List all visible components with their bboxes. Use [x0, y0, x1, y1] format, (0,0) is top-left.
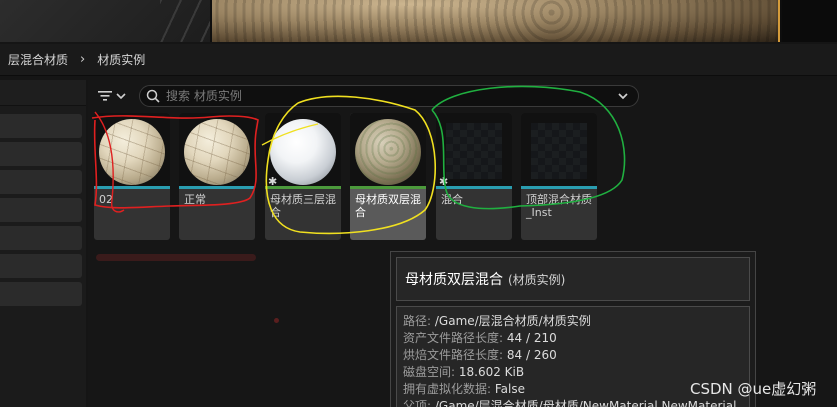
row-key: 磁盘空间: [403, 365, 456, 379]
sidebar-item[interactable] [0, 142, 82, 166]
asset-thumbnail [179, 113, 255, 186]
sidebar-header [0, 80, 86, 106]
viewport-mesh-face [212, 0, 780, 42]
tooltip-row: 路径: /Game/层混合材质/材质实例 [403, 313, 749, 330]
annotation-dot [274, 318, 279, 323]
asset-tile[interactable]: ✱ 母材质三层混合 [265, 113, 341, 240]
asset-type-bar [436, 186, 512, 189]
sidebar-item[interactable] [0, 254, 82, 278]
tooltip-subtitle: (材质实例) [508, 272, 566, 287]
asset-type-bar [265, 186, 341, 189]
asset-tile[interactable]: 正常 [179, 113, 255, 240]
row-key: 烘焙文件路径长度: [403, 348, 504, 362]
empty-preview [446, 123, 502, 179]
asset-type-bar [94, 186, 170, 189]
search-input[interactable] [166, 89, 606, 103]
asset-tile[interactable]: 顶部混合材质_Inst [521, 113, 597, 240]
chevron-down-icon [116, 93, 126, 100]
row-value: False [494, 382, 525, 396]
asset-name: 母材质双层混合 [355, 193, 421, 219]
material-sphere-preview [184, 119, 250, 185]
asset-name: 混合 [441, 193, 463, 206]
tooltip-header: 母材质双层混合 (材质实例) [396, 257, 750, 301]
sidebar-item[interactable] [0, 170, 82, 194]
empty-preview [531, 123, 587, 179]
row-key: 拥有虚拟化数据: [403, 382, 492, 396]
row-value: 84 / 260 [506, 348, 557, 362]
material-sphere-preview [99, 119, 165, 185]
viewport-background [782, 0, 837, 42]
tooltip-row: 烘焙文件路径长度: 84 / 260 [403, 347, 749, 364]
asset-thumbnail [94, 113, 170, 186]
breadcrumb: 层混合材质 › 材质实例 [0, 44, 837, 76]
search-bar[interactable] [139, 85, 639, 107]
sidebar-item[interactable] [0, 114, 82, 138]
chevron-right-icon: › [80, 52, 86, 67]
row-value: 44 / 210 [506, 331, 557, 345]
material-sphere-preview [270, 119, 336, 185]
sidebar-item[interactable] [0, 198, 82, 222]
asset-name: 母材质三层混合 [270, 193, 336, 219]
row-key: 资产文件路径长度: [403, 331, 504, 345]
editor-window: 层混合材质 › 材质实例 搜索 材质实例 02 正常 ✱ 母材质三层混合 母材质… [0, 0, 837, 407]
viewport-preview[interactable] [0, 0, 837, 42]
asset-tile[interactable]: 02 [94, 113, 170, 240]
asset-thumbnail [350, 113, 426, 186]
asset-type-bar [521, 186, 597, 189]
asset-type-bar [350, 186, 426, 189]
asset-name: 正常 [184, 193, 206, 206]
tooltip-row: 父项: /Game/层混合材质/母材质/NewMaterial.NewMater… [403, 398, 749, 407]
filter-icon [98, 91, 112, 101]
loading-bar [96, 254, 256, 261]
asset-tile-selected[interactable]: 母材质双层混合 [350, 113, 426, 240]
row-key: 路径: [403, 314, 432, 328]
material-sphere-preview [355, 119, 421, 185]
asset-thumbnail [521, 113, 597, 186]
row-value: /Game/层混合材质/材质实例 [434, 314, 591, 328]
chevron-down-icon[interactable] [616, 89, 630, 103]
tooltip-title: 母材质双层混合 [405, 272, 503, 288]
sidebar-item[interactable] [0, 282, 82, 306]
filter-button[interactable] [97, 87, 131, 105]
viewport-grid [0, 0, 210, 42]
asset-name: 顶部混合材质_Inst [526, 193, 592, 219]
breadcrumb-item-current[interactable]: 材质实例 [97, 51, 145, 68]
row-key: 父项: [403, 399, 432, 407]
row-value: 18.602 KiB [458, 365, 525, 379]
breadcrumb-item-folder[interactable]: 层混合材质 [8, 51, 68, 68]
folder-sidebar [0, 80, 86, 407]
search-icon [146, 89, 160, 103]
row-value: /Game/层混合材质/母材质/NewMaterial.NewMaterial [434, 399, 737, 407]
asset-type-bar [179, 186, 255, 189]
sidebar-item[interactable] [0, 226, 82, 250]
watermark-text: CSDN @ue虚幻粥 [690, 380, 817, 398]
tooltip-row: 资产文件路径长度: 44 / 210 [403, 330, 749, 347]
asset-name: 02 [99, 193, 113, 206]
asset-tile[interactable]: ✱ 混合 [436, 113, 512, 240]
